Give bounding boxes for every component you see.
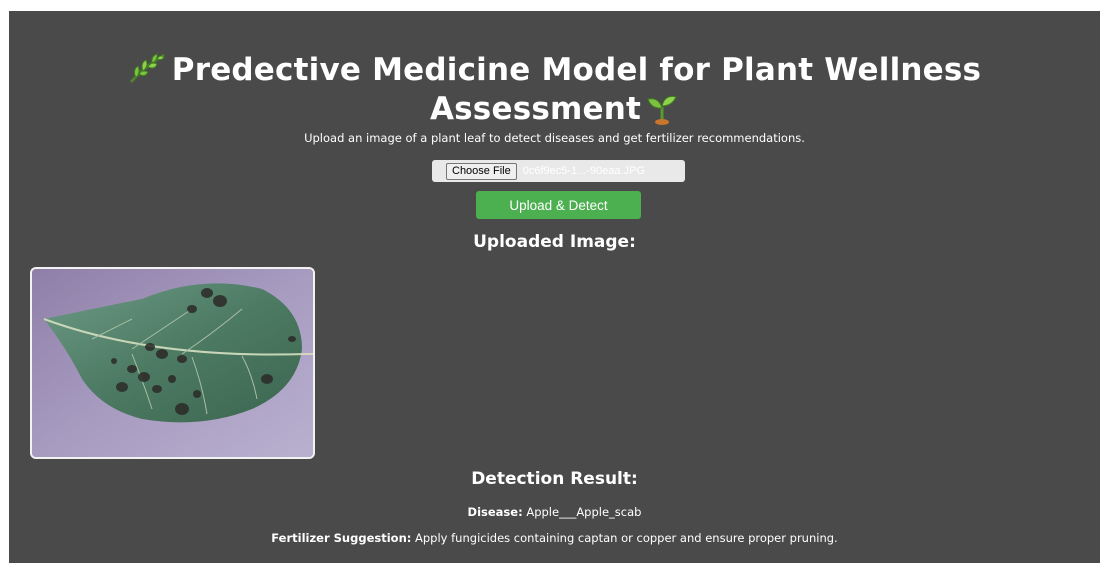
page-subtitle: Upload an image of a plant leaf to detec… [304,131,805,145]
fertilizer-label: Fertilizer Suggestion: [271,531,412,545]
disease-value: Apple___Apple_scab [526,505,642,519]
leaf-photo [32,269,313,457]
uploaded-image-heading: Uploaded Image: [473,232,636,252]
choose-file-button[interactable]: Choose File [446,162,517,180]
title-line-1: Predective Medicine Model for Plant Well… [9,51,1100,90]
selected-file-name: 0c6f9ec5-1...-90eaa.JPG [522,165,645,177]
title-line-2: Assessment [9,90,1100,129]
file-input[interactable]: Choose File 0c6f9ec5-1...-90eaa.JPG [432,160,685,182]
app-panel: Predective Medicine Model for Plant Well… [9,11,1100,563]
seedling-icon [647,95,677,125]
upload-detect-button[interactable]: Upload & Detect [476,191,641,219]
disease-label: Disease: [467,505,523,519]
disease-result: Disease: Apple___Apple_scab [9,505,1100,519]
detection-result-heading: Detection Result: [471,469,638,489]
herb-leaf-icon [129,53,165,83]
fertilizer-value: Apply fungicides containing captan or co… [415,531,838,545]
page-title: Predective Medicine Model for Plant Well… [9,51,1100,129]
uploaded-leaf-image [30,267,315,459]
fertilizer-suggestion: Fertilizer Suggestion: Apply fungicides … [9,531,1100,545]
